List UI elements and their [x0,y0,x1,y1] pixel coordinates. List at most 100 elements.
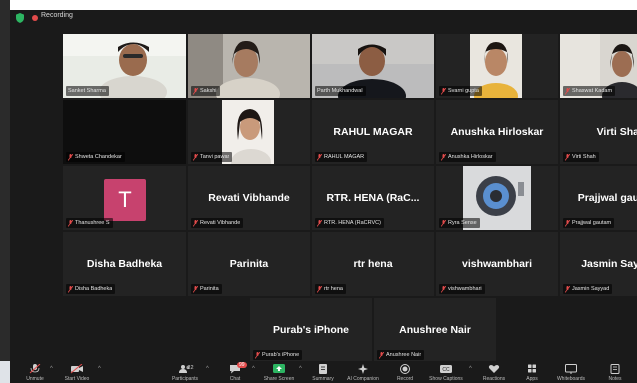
mic-muted-icon [68,219,73,227]
participant-tile-prajjwal[interactable]: Prajjwal gau Prajjwal gautam [560,166,637,230]
participant-tile-rahul[interactable]: RAHUL MAGAR RAHUL MAGAR [312,100,434,164]
participant-tile-parinita[interactable]: Parinita Parinita [188,232,310,296]
security-shield-icon[interactable] [16,13,24,23]
meeting-toolbar: Unmute ^ Start Video ^ 22 Participants ^… [10,361,637,383]
zoom-meeting-window: Recording Sanket Sharma Sakshi Parth Muk… [0,0,637,383]
participant-tile-hena-rac[interactable]: RTR. HENA (RaC... RTR. HENA (RaCRVC) [312,166,434,230]
mic-muted-icon [317,285,322,293]
participant-tile-tanvi[interactable]: Tanvi pawar [188,100,310,164]
participant-tile-sakshi[interactable]: Sakshi [188,34,310,98]
recording-dot-icon [32,15,38,21]
participant-display-name: Anushree Nair [399,324,471,336]
participant-tile-revati[interactable]: Revati Vibhande Revati Vibhande [188,166,310,230]
participant-display-name: RTR. HENA (RaC... [326,192,420,204]
mic-muted-icon [379,351,384,359]
mic-muted-icon [441,219,446,227]
participant-tile-sanket[interactable]: Sanket Sharma [63,34,186,98]
participant-name-label: Virti Shah [563,152,599,162]
participant-name-label: Parinita [191,284,222,294]
participant-avatar: T [104,179,146,221]
participant-tile-svarni[interactable]: Svarni gupta [436,34,558,98]
participant-display-name: vishwambhari [461,258,533,270]
participant-tile-anushka[interactable]: Anushka Hirloskar Anushka Hirloskar [436,100,558,164]
captions-options-caret-icon[interactable]: ^ [469,366,472,372]
participants-options-caret-icon[interactable]: ^ [206,366,209,372]
summary-document-icon [319,364,327,374]
mic-muted-icon [565,153,570,161]
participant-tile-thanushree[interactable]: T Thanushree S [63,166,186,230]
reaction-heart-icon [488,365,500,373]
participant-name-label: Tanvi pawar [191,152,233,162]
mic-muted-icon [68,153,73,161]
mic-muted-icon [317,153,322,161]
participant-name-label: Thanushree S [66,218,113,228]
mic-muted-icon [317,219,322,227]
participant-tile-purab[interactable]: Purab's iPhone Purab's iPhone [250,298,372,362]
whiteboards-button[interactable]: Whiteboards [550,361,592,383]
participant-name-label: RTR. HENA (RaCRVC) [315,218,384,228]
chat-unread-badge: 99 [237,362,247,368]
participant-tile-shaswat[interactable]: Shaswat Kadam [560,34,637,98]
mic-muted-icon [565,219,570,227]
participant-name-label: Jasmin Sayyad [563,284,613,294]
participant-display-name: rtr hena [353,258,393,270]
participant-name-label: Revati Vibhande [191,218,244,228]
participant-name-label: RAHUL MAGAR [315,152,368,162]
participants-count: 22 [187,365,194,371]
left-edge-strip [0,0,10,383]
mic-muted-icon [193,87,198,95]
participant-tile-jasmin[interactable]: Jasmin Say Jasmin Sayyad [560,232,637,296]
participant-name-label: Sakshi [191,86,220,96]
participant-tile-ryra[interactable]: Ryra Sense [436,166,558,230]
participant-tile-virti[interactable]: Virti Sha Virti Shah [560,100,637,164]
participant-name-label: Shweta Chandekar [66,152,125,162]
chat-button[interactable]: 99 Chat [218,361,252,383]
mute-options-caret-icon[interactable]: ^ [50,366,53,372]
sparkle-icon [358,364,368,374]
start-video-button[interactable]: Start Video [58,361,96,383]
notes-pencil-icon [610,364,620,374]
captions-cc-icon: CC [440,365,452,373]
mic-muted-icon [193,153,198,161]
participant-tile-rtr-hena[interactable]: rtr hena rtr hena [312,232,434,296]
participant-name-label: Disha Badheka [66,284,116,294]
ai-companion-button[interactable]: AI Companion [342,361,384,383]
notes-button[interactable]: Notes [600,361,630,383]
svg-text:CC: CC [442,367,450,373]
whiteboard-icon [565,364,577,374]
summary-button[interactable]: Summary [306,361,340,383]
video-options-caret-icon[interactable]: ^ [98,366,101,372]
participant-display-name: Virti Sha [596,126,637,138]
meeting-top-bar: Recording [10,10,637,26]
participant-display-name: Jasmin Say [581,258,637,270]
participant-name-label: Ryra Sense [439,218,480,228]
participants-button[interactable]: 22 Participants [165,361,205,383]
participant-tile-shweta[interactable]: Shweta Chandekar [63,100,186,164]
share-options-caret-icon[interactable]: ^ [299,366,302,372]
reactions-button[interactable]: Reactions [476,361,512,383]
chat-options-caret-icon[interactable]: ^ [252,366,255,372]
participant-name-label: Sanket Sharma [66,86,109,96]
record-button[interactable]: Record [390,361,420,383]
video-camera-off-icon [70,364,83,374]
mic-muted-icon [441,153,446,161]
participant-tile-anushree[interactable]: Anushree Nair Anushree Nair [374,298,496,362]
recording-label[interactable]: Recording [41,12,73,19]
mic-muted-icon [193,285,198,293]
mic-muted-icon [68,285,73,293]
participant-tile-parth[interactable]: Parth Mukhandwal [312,34,434,98]
mic-muted-icon [565,87,570,95]
participant-display-name: Parinita [229,258,269,270]
participant-name-label: Prajjwal gautam [563,218,615,228]
participant-name-label: rtr hena [315,284,346,294]
apps-button[interactable]: Apps [518,361,546,383]
microphone-muted-icon [29,364,41,374]
participant-tile-vishwambhari[interactable]: vishwambhari vishwambhari [436,232,558,296]
participant-display-name: Prajjwal gau [577,192,637,204]
participant-name-label: Anushree Nair [377,350,425,360]
unmute-button[interactable]: Unmute [18,361,52,383]
show-captions-button[interactable]: CC Show Captions [424,361,468,383]
share-screen-button[interactable]: Share Screen [260,361,298,383]
participant-tile-disha[interactable]: Disha Badheka Disha Badheka [63,232,186,296]
mic-muted-icon [255,351,260,359]
